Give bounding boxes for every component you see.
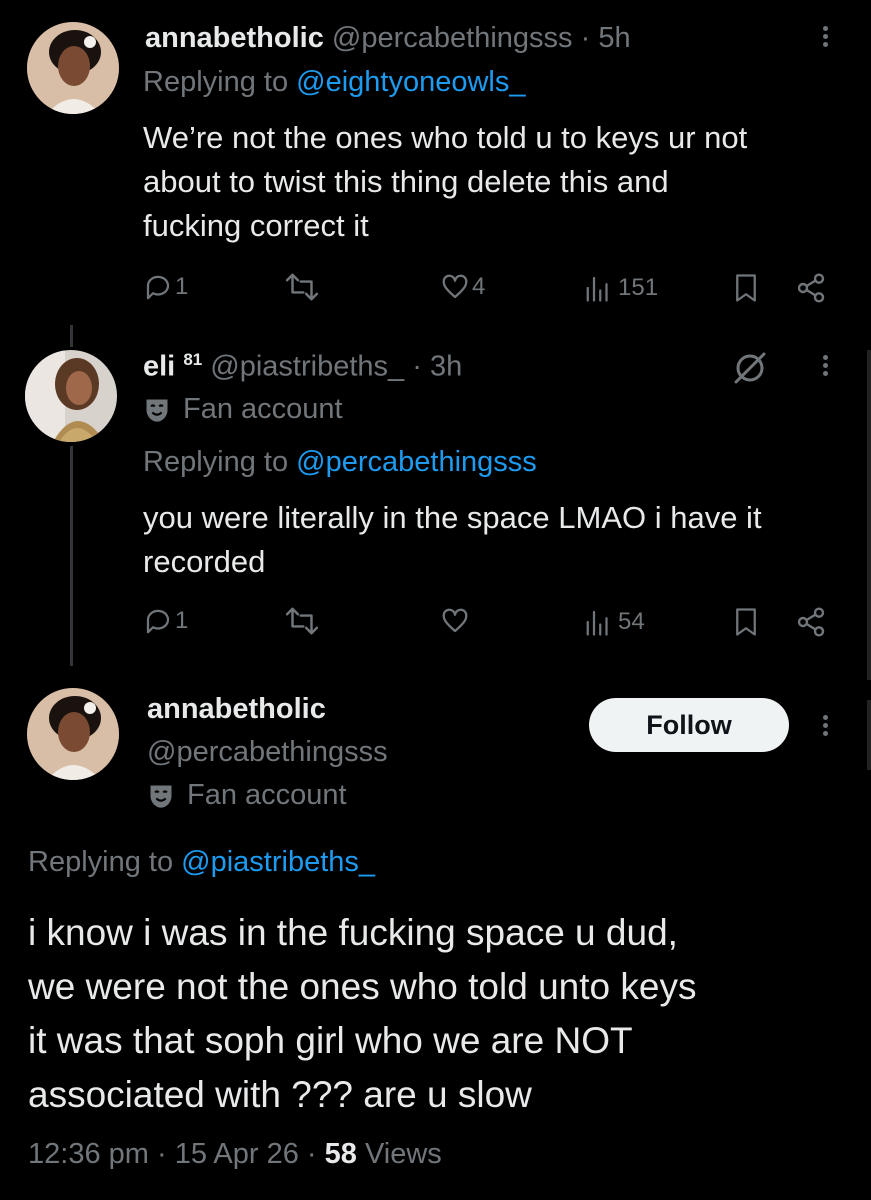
reply-button[interactable]: 1 <box>143 606 188 636</box>
tweet-text: We’re not the ones who told u to keys ur… <box>143 116 747 248</box>
like-icon <box>442 274 468 299</box>
reply-button[interactable]: 1 <box>143 272 188 302</box>
thread-line <box>70 446 73 666</box>
share-icon <box>797 273 825 303</box>
like-icon <box>442 608 468 633</box>
scrollbar[interactable] <box>867 700 871 770</box>
share-button[interactable] <box>794 272 828 304</box>
like-button[interactable]: 4 <box>440 272 485 302</box>
more-icon[interactable] <box>820 23 830 50</box>
timestamp[interactable]: · 5h <box>581 22 631 54</box>
mask-icon <box>146 399 168 423</box>
fan-account-label: Fan account <box>187 779 347 811</box>
tweet-text-line: about to twist this thing delete this an… <box>143 164 669 199</box>
avatar[interactable] <box>27 688 119 780</box>
tweet-text-line: you were literally in the space LMAO i h… <box>143 500 762 535</box>
post-date[interactable]: 15 Apr 26 <box>175 1138 299 1170</box>
views-count: 151 <box>618 274 659 301</box>
follow-button[interactable]: Follow <box>589 698 789 752</box>
views-icon <box>586 276 608 302</box>
retweet-icon <box>285 273 319 301</box>
replying-to-link[interactable]: @eightyoneowls_ <box>296 66 525 98</box>
tweet-text: you were literally in the space LMAO i h… <box>143 496 762 584</box>
replying-label: Replying to <box>143 446 289 478</box>
replying-to-link[interactable]: @percabethingsss <box>296 446 537 478</box>
views-count: 58 <box>324 1138 357 1170</box>
more-icon[interactable] <box>820 352 830 379</box>
reply-icon <box>146 275 170 300</box>
views-icon <box>586 610 608 636</box>
reply-count: 1 <box>175 273 189 300</box>
replying-label: Replying to <box>143 66 289 98</box>
tweet-text-line: we were not the ones who told unto keys <box>28 966 697 1007</box>
display-name[interactable]: annabetholic <box>145 22 324 54</box>
display-name[interactable]: eli <box>143 351 175 383</box>
avatar[interactable] <box>25 350 117 442</box>
tweet-text-line: associated with ??? are u slow <box>28 1074 532 1115</box>
replying-label: Replying to <box>28 846 174 878</box>
views-label: Views <box>364 1138 442 1170</box>
bookmark-button[interactable] <box>733 273 759 303</box>
views-button[interactable]: 54 <box>584 608 645 636</box>
post-time[interactable]: 12:36 pm <box>28 1138 149 1170</box>
reply-icon <box>146 609 170 634</box>
mask-icon <box>150 785 172 809</box>
reply-count: 1 <box>175 607 189 634</box>
fan-account-label: Fan account <box>183 393 343 425</box>
like-count: 4 <box>472 273 486 300</box>
tweet-text-line: i know i was in the fucking space u dud, <box>28 912 678 953</box>
tweet-text-line: recorded <box>143 544 266 579</box>
replying-to-link[interactable]: @piastribeths_ <box>181 846 375 878</box>
share-icon <box>797 607 825 637</box>
more-icon[interactable] <box>820 712 830 739</box>
tweet-text-line: it was that soph girl who we are NOT <box>28 1020 633 1061</box>
share-button[interactable] <box>794 606 828 638</box>
handle[interactable]: @percabethingsss <box>332 22 573 54</box>
retweet-button[interactable] <box>283 273 321 301</box>
bookmark-icon <box>736 608 756 636</box>
retweet-icon <box>285 607 319 635</box>
grok-icon[interactable] <box>732 350 768 391</box>
timestamp[interactable]: · 3h <box>412 351 462 383</box>
like-button[interactable] <box>440 606 470 636</box>
handle[interactable]: @piastribeths_ <box>210 351 404 383</box>
tweet-text: i know i was in the fucking space u dud,… <box>28 906 696 1122</box>
scrollbar[interactable] <box>867 350 871 680</box>
handle[interactable]: @percabethingsss <box>147 736 388 769</box>
avatar[interactable] <box>27 22 119 114</box>
views-button[interactable]: 151 <box>584 274 658 302</box>
views-count: 54 <box>618 608 645 635</box>
display-name[interactable]: annabetholic <box>147 693 326 726</box>
thread-line <box>70 325 73 347</box>
tweet-text-line: fucking correct it <box>143 208 369 243</box>
name-superscript: 81 <box>183 350 203 369</box>
retweet-button[interactable] <box>283 607 321 635</box>
bookmark-icon <box>736 274 756 302</box>
tweet-text-line: We’re not the ones who told u to keys ur… <box>143 120 748 155</box>
tweet-meta: 12:36 pm · 15 Apr 26 · 58 Views <box>28 1138 442 1170</box>
bookmark-button[interactable] <box>733 607 759 637</box>
